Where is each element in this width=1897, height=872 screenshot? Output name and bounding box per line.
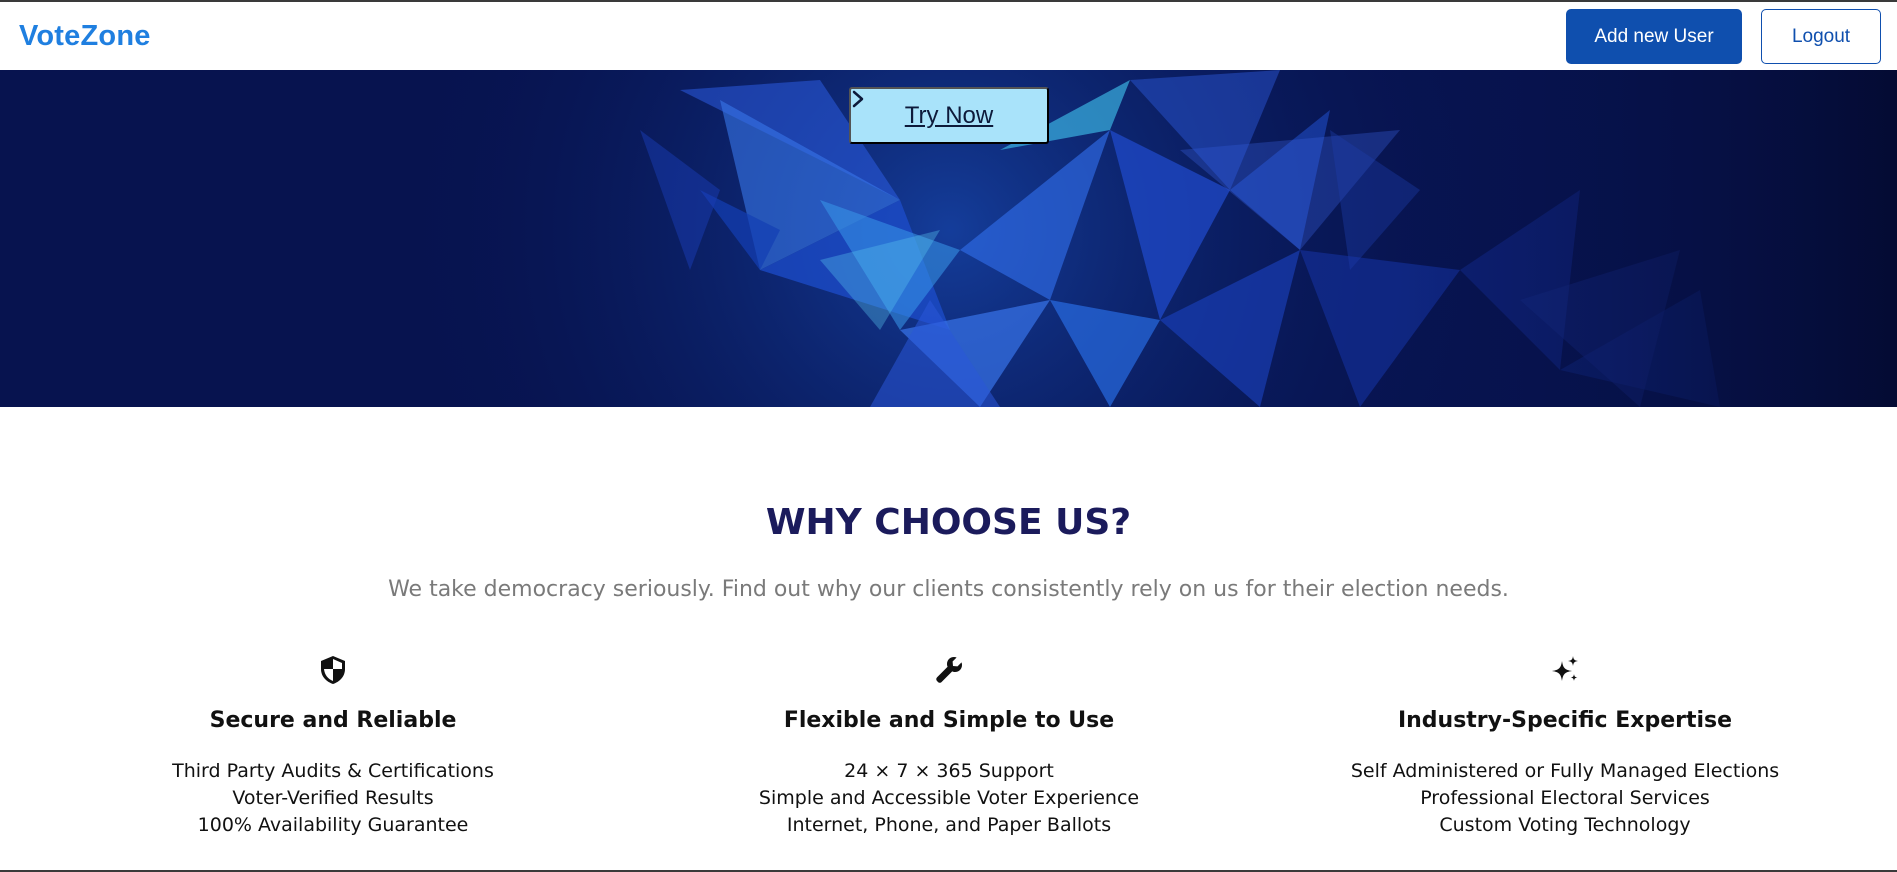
- feature-title: Secure and Reliable: [209, 708, 457, 733]
- feature-item: Third Party Audits & Certifications: [172, 760, 494, 782]
- feature-list: Self Administered or Fully Managed Elect…: [1285, 758, 1845, 839]
- wrench-icon: [669, 652, 1229, 688]
- brand-logo[interactable]: VoteZone: [19, 20, 151, 53]
- hero-banner: Try Now: [0, 70, 1897, 407]
- sparkles-icon: [1285, 652, 1845, 688]
- feature-title: Flexible and Simple to Use: [783, 708, 1115, 733]
- feature-industry-expertise: Industry-Specific Expertise Self Adminis…: [1285, 652, 1845, 839]
- logout-button[interactable]: Logout: [1761, 9, 1881, 64]
- add-new-user-button[interactable]: Add new User: [1566, 9, 1742, 64]
- feature-item: 24 × 7 × 365 Support: [844, 760, 1054, 782]
- feature-item: Simple and Accessible Voter Experience: [758, 787, 1140, 809]
- feature-item: 100% Availability Guarantee: [197, 814, 469, 836]
- why-choose-us-subtitle: We take democracy seriously. Find out wh…: [388, 577, 1509, 602]
- why-choose-us-heading: WHY CHOOSE US?: [765, 502, 1132, 543]
- feature-item: Custom Voting Technology: [1439, 814, 1691, 836]
- feature-item: Professional Electoral Services: [1420, 787, 1710, 809]
- feature-list: Third Party Audits & Certifications Vote…: [53, 758, 613, 839]
- chevron-right-icon: [852, 90, 864, 108]
- feature-item: Voter-Verified Results: [232, 787, 434, 809]
- top-navbar: VoteZone Add new User Logout: [0, 0, 1897, 70]
- feature-item: Internet, Phone, and Paper Ballots: [786, 814, 1112, 836]
- try-now-label: Try Now: [904, 101, 994, 129]
- feature-title: Industry-Specific Expertise: [1397, 708, 1733, 733]
- feature-flexible-simple: Flexible and Simple to Use 24 × 7 × 365 …: [669, 652, 1229, 839]
- feature-list: 24 × 7 × 365 Support Simple and Accessib…: [669, 758, 1229, 839]
- feature-item: Self Administered or Fully Managed Elect…: [1350, 760, 1780, 782]
- try-now-button[interactable]: Try Now: [849, 87, 1049, 144]
- feature-secure-reliable: Secure and Reliable Third Party Audits &…: [53, 652, 613, 839]
- page: VoteZone Add new User Logout Try Now WHY…: [0, 0, 1897, 872]
- shield-icon: [53, 652, 613, 688]
